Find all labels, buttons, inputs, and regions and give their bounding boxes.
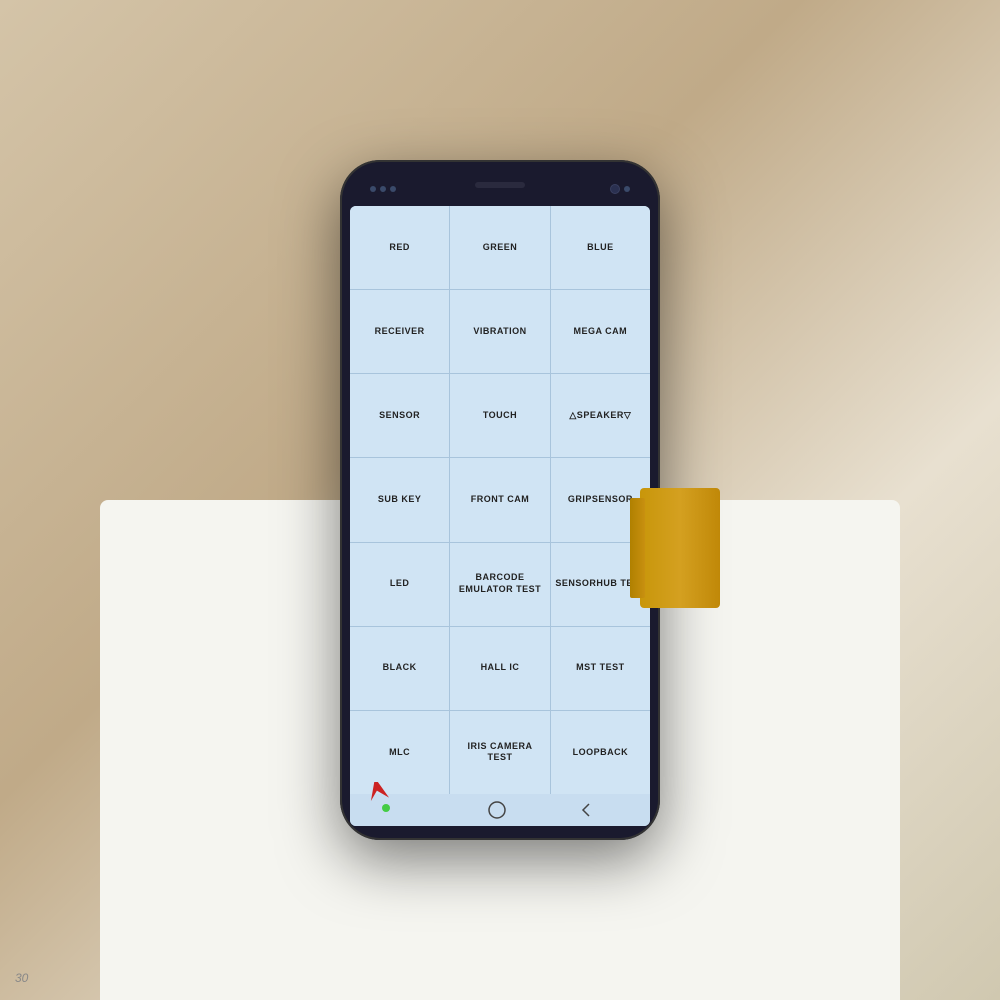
cell-hall-ic[interactable]: HALL IC: [450, 627, 549, 710]
sensor-dot-3: [390, 186, 396, 192]
cell-mlc[interactable]: MLC: [350, 711, 449, 794]
cell-speaker[interactable]: △SPEAKER▽: [551, 374, 650, 457]
sensor-dot-2: [380, 186, 386, 192]
cell-mega-cam[interactable]: MEGA CAM: [551, 290, 650, 373]
cell-barcode-emulator-test[interactable]: BARCODE EMULATOR TEST: [450, 543, 549, 626]
cell-loopback[interactable]: LOOPBACK: [551, 711, 650, 794]
nav-bar: [350, 794, 650, 826]
cell-black[interactable]: BLACK: [350, 627, 449, 710]
cell-vibration[interactable]: VIBRATION: [450, 290, 549, 373]
phone-wrapper: RED GREEN BLUE RECEIVER VIBRATION MEGA C…: [340, 160, 660, 840]
cell-green[interactable]: GREEN: [450, 206, 549, 289]
flex-cable: [640, 488, 720, 608]
camera-group: [610, 184, 630, 194]
phone-top-bar: [350, 178, 650, 200]
cell-front-cam[interactable]: FRONT CAM: [450, 458, 549, 541]
earpiece: [475, 182, 525, 188]
phone-device: RED GREEN BLUE RECEIVER VIBRATION MEGA C…: [340, 160, 660, 840]
cell-led[interactable]: LED: [350, 543, 449, 626]
cell-red[interactable]: RED: [350, 206, 449, 289]
sensor-dots: [370, 186, 396, 192]
sensor-dot-1: [370, 186, 376, 192]
test-grid: RED GREEN BLUE RECEIVER VIBRATION MEGA C…: [350, 206, 650, 794]
back-button[interactable]: [579, 801, 593, 819]
recent-apps-button[interactable]: [407, 805, 416, 815]
front-camera-dot: [610, 184, 620, 194]
home-button[interactable]: [488, 801, 506, 819]
cell-touch[interactable]: TOUCH: [450, 374, 549, 457]
cell-sub-key[interactable]: SUB KEY: [350, 458, 449, 541]
cell-receiver[interactable]: RECEIVER: [350, 290, 449, 373]
screen: RED GREEN BLUE RECEIVER VIBRATION MEGA C…: [350, 206, 650, 826]
cell-sensor[interactable]: SENSOR: [350, 374, 449, 457]
watermark: 30: [15, 971, 28, 985]
red-arrow-indicator: [368, 782, 390, 804]
green-dot: [382, 804, 390, 812]
sensor-dot-4: [624, 186, 630, 192]
cell-iris-camera-test[interactable]: IRIS CAMERA TEST: [450, 711, 549, 794]
cell-mst-test[interactable]: MST TEST: [551, 627, 650, 710]
cell-blue[interactable]: BLUE: [551, 206, 650, 289]
